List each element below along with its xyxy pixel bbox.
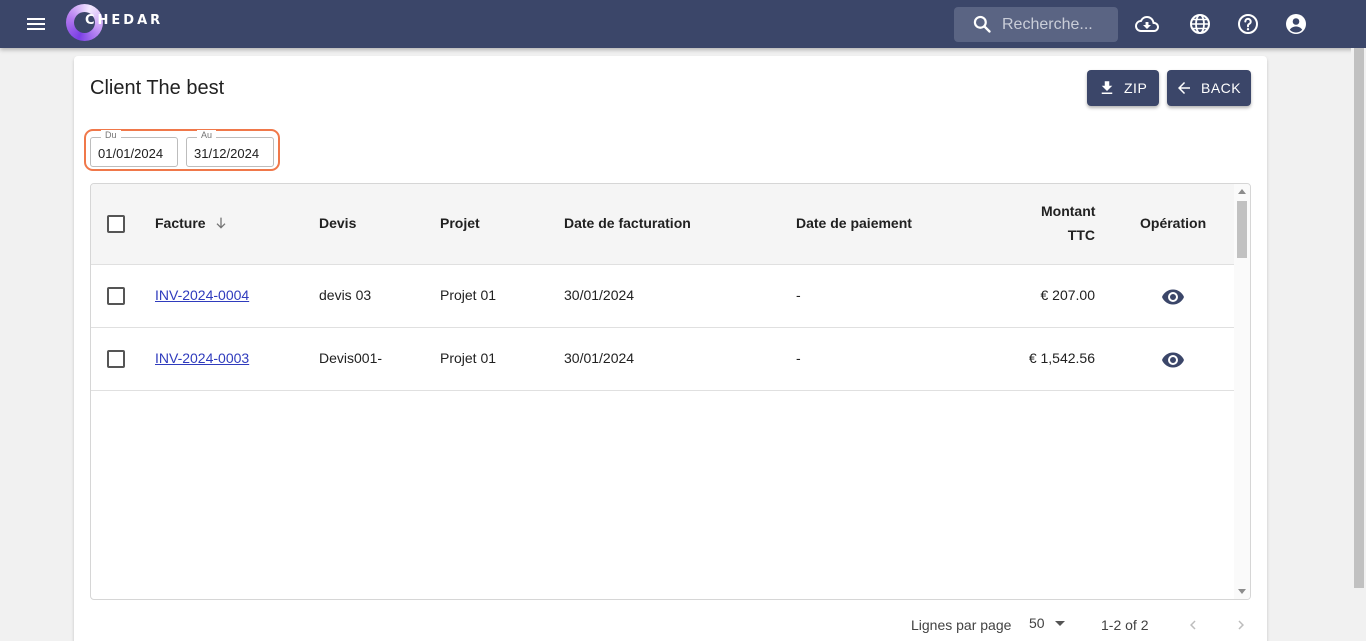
cell-date-paiement: -	[796, 287, 801, 303]
back-button[interactable]: BACK	[1167, 70, 1251, 106]
client-invoices-card: Client The best ZIP BACK Du 01/01/2024 A…	[74, 56, 1267, 641]
invoice-link[interactable]: INV-2024-0004	[155, 287, 249, 303]
cell-devis: devis 03	[319, 287, 372, 303]
column-header-date-paiement[interactable]: Date de paiement	[796, 215, 912, 231]
sort-arrow-down-icon[interactable]	[213, 215, 229, 231]
cell-date-paiement: -	[796, 350, 801, 366]
column-header-devis[interactable]: Devis	[319, 215, 356, 231]
previous-page-icon[interactable]	[1184, 616, 1202, 634]
page-scrollbar-thumb[interactable]	[1354, 48, 1364, 588]
cell-montant: € 1,542.56	[1028, 350, 1095, 366]
logo-text: CHEDAR	[85, 13, 164, 28]
table-scrollbar[interactable]	[1234, 184, 1250, 599]
zip-button-label: ZIP	[1124, 80, 1148, 96]
next-page-icon[interactable]	[1232, 616, 1250, 634]
cell-devis: Devis001-	[319, 350, 383, 366]
row-checkbox[interactable]	[107, 350, 125, 368]
table-scrollbar-thumb[interactable]	[1237, 201, 1247, 258]
scroll-down-arrow-icon[interactable]	[1238, 589, 1246, 594]
cell-date-facturation: 30/01/2024	[564, 350, 635, 366]
column-header-operation: Opération	[1140, 215, 1207, 231]
download-icon	[1101, 81, 1113, 94]
page-scrollbar[interactable]	[1351, 48, 1366, 641]
table-row: INV-2024-0003 Devis001- Projet 01 30/01/…	[91, 328, 1234, 391]
scroll-up-arrow-icon[interactable]	[1238, 189, 1246, 194]
rows-per-page-label: Lignes par page	[911, 617, 1012, 633]
account-icon[interactable]	[1284, 12, 1308, 36]
table-row: INV-2024-0004 devis 03 Projet 01 30/01/2…	[91, 265, 1234, 328]
cloud-download-icon[interactable]	[1135, 12, 1159, 36]
column-header-montant-ttc[interactable]: Montant TTC	[1041, 203, 1095, 243]
back-button-label: BACK	[1201, 80, 1242, 96]
menu-icon[interactable]	[24, 12, 48, 36]
column-header-facture[interactable]: Facture	[155, 215, 229, 231]
table-pagination: Lignes par page 50 1-2 of 2	[74, 612, 1267, 636]
search-icon	[973, 15, 991, 33]
date-to-value: 31/12/2024	[194, 146, 260, 161]
view-eye-icon[interactable]	[1161, 285, 1185, 309]
cell-montant: € 207.00	[1040, 287, 1096, 303]
cell-projet: Projet 01	[440, 350, 497, 366]
page-title: Client The best	[90, 77, 225, 99]
select-all-checkbox[interactable]	[107, 215, 125, 233]
help-icon[interactable]	[1236, 12, 1260, 36]
invoice-link[interactable]: INV-2024-0003	[155, 350, 249, 366]
row-checkbox[interactable]	[107, 287, 125, 305]
invoices-table: Facture Devis Projet Date de facturation…	[90, 183, 1251, 600]
date-to-label: Au	[197, 130, 217, 140]
dropdown-caret-icon	[1054, 620, 1065, 626]
top-app-bar: CHEDAR	[0, 0, 1366, 48]
date-to-field[interactable]: Au 31/12/2024	[186, 130, 274, 167]
globe-icon[interactable]	[1188, 12, 1212, 36]
search-box[interactable]	[954, 7, 1118, 42]
rows-per-page-value: 50	[1029, 615, 1045, 631]
table-header: Facture Devis Projet Date de facturation…	[91, 184, 1234, 265]
column-header-date-facturation[interactable]: Date de facturation	[564, 215, 691, 231]
rows-per-page-select[interactable]: 50	[1029, 615, 1065, 631]
pagination-range: 1-2 of 2	[1101, 617, 1149, 633]
date-range-filter: Du 01/01/2024 Au 31/12/2024	[84, 129, 280, 171]
zip-button[interactable]: ZIP	[1087, 70, 1159, 106]
app-logo[interactable]: CHEDAR	[66, 4, 176, 42]
date-from-value: 01/01/2024	[98, 146, 164, 161]
search-input[interactable]	[1002, 7, 1114, 42]
view-eye-icon[interactable]	[1161, 348, 1185, 372]
date-from-field[interactable]: Du 01/01/2024	[90, 130, 178, 167]
date-from-label: Du	[101, 130, 121, 140]
arrow-back-icon	[1178, 82, 1190, 94]
column-header-projet[interactable]: Projet	[440, 215, 480, 231]
cell-projet: Projet 01	[440, 287, 497, 303]
cell-date-facturation: 30/01/2024	[564, 287, 635, 303]
